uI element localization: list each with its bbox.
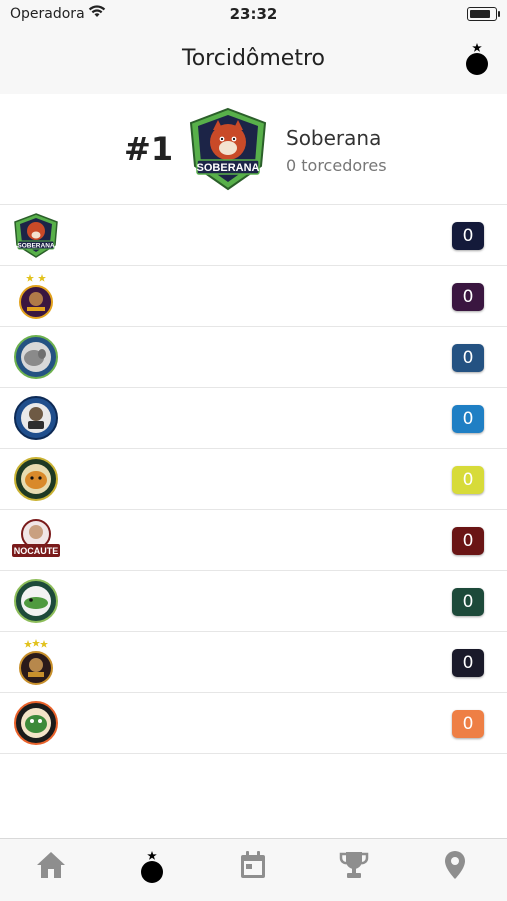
supporter-count-badge: 0: [452, 588, 484, 616]
team-crest-icon: [11, 699, 61, 747]
team-crest-icon: [11, 333, 61, 381]
page-title: Torcidômetro: [182, 46, 325, 71]
tab-home[interactable]: [0, 849, 101, 889]
clock: 23:32: [229, 5, 278, 23]
status-bar: Operadora 23:32: [0, 0, 507, 28]
team-row[interactable]: 0: [0, 327, 507, 388]
bomb-icon: [140, 851, 163, 883]
leader-name: Soberana: [286, 126, 382, 150]
supporter-count-badge: 0: [452, 710, 484, 738]
team-row[interactable]: NOCAUTE 0: [0, 510, 507, 571]
team-row[interactable]: 0: [0, 632, 507, 693]
supporter-count-badge: 0: [452, 344, 484, 372]
supporter-count-badge: 0: [452, 466, 484, 494]
team-row[interactable]: 0: [0, 449, 507, 510]
supporter-count-badge: 0: [452, 222, 484, 250]
supporter-count-badge: 0: [452, 405, 484, 433]
svg-text:NOCAUTE: NOCAUTE: [14, 546, 59, 556]
tab-location[interactable]: [404, 849, 505, 889]
battery-icon: [467, 7, 500, 21]
trophy-icon: [339, 852, 368, 878]
team-row[interactable]: SOBERANA 0: [0, 205, 507, 266]
leader-rank: #1: [124, 130, 174, 168]
supporter-count-badge: 0: [452, 527, 484, 555]
team-crest-icon: [11, 577, 61, 625]
leader-supporters: 0 torcedores: [286, 156, 387, 175]
svg-text:SOBERANA: SOBERANA: [197, 162, 260, 174]
leader-card[interactable]: #1 SOBERANA Soberana 0 torcedores: [0, 94, 507, 205]
team-list: SOBERANA 0 0 0 0 0 NOCAUTE 0 0 0 0: [0, 205, 507, 754]
tab-bar: [0, 838, 507, 901]
soberana-logo: SOBERANA: [11, 211, 61, 259]
team-row[interactable]: 0: [0, 693, 507, 754]
team-row[interactable]: 0: [0, 266, 507, 327]
team-crest-icon: [11, 272, 61, 320]
team-row[interactable]: 0: [0, 388, 507, 449]
home-icon: [36, 852, 65, 878]
soberana-logo: SOBERANA: [185, 106, 271, 192]
team-crest-icon: [11, 394, 61, 442]
team-crest-icon: [11, 455, 61, 503]
team-crest-icon: [11, 638, 61, 686]
tab-torcidometro[interactable]: [101, 849, 202, 889]
team-row[interactable]: 0: [0, 571, 507, 632]
location-pin-icon: [444, 851, 465, 879]
svg-text:SOBERANA: SOBERANA: [17, 243, 55, 250]
tab-calendar[interactable]: [202, 849, 303, 889]
bomb-icon[interactable]: [463, 40, 491, 76]
calendar-icon: [240, 851, 265, 878]
nocaute-logo: NOCAUTE: [11, 516, 61, 564]
navigation-bar: Torcidômetro: [0, 28, 507, 94]
supporter-count-badge: 0: [452, 649, 484, 677]
tab-trophy[interactable]: [303, 849, 404, 889]
supporter-count-badge: 0: [452, 283, 484, 311]
